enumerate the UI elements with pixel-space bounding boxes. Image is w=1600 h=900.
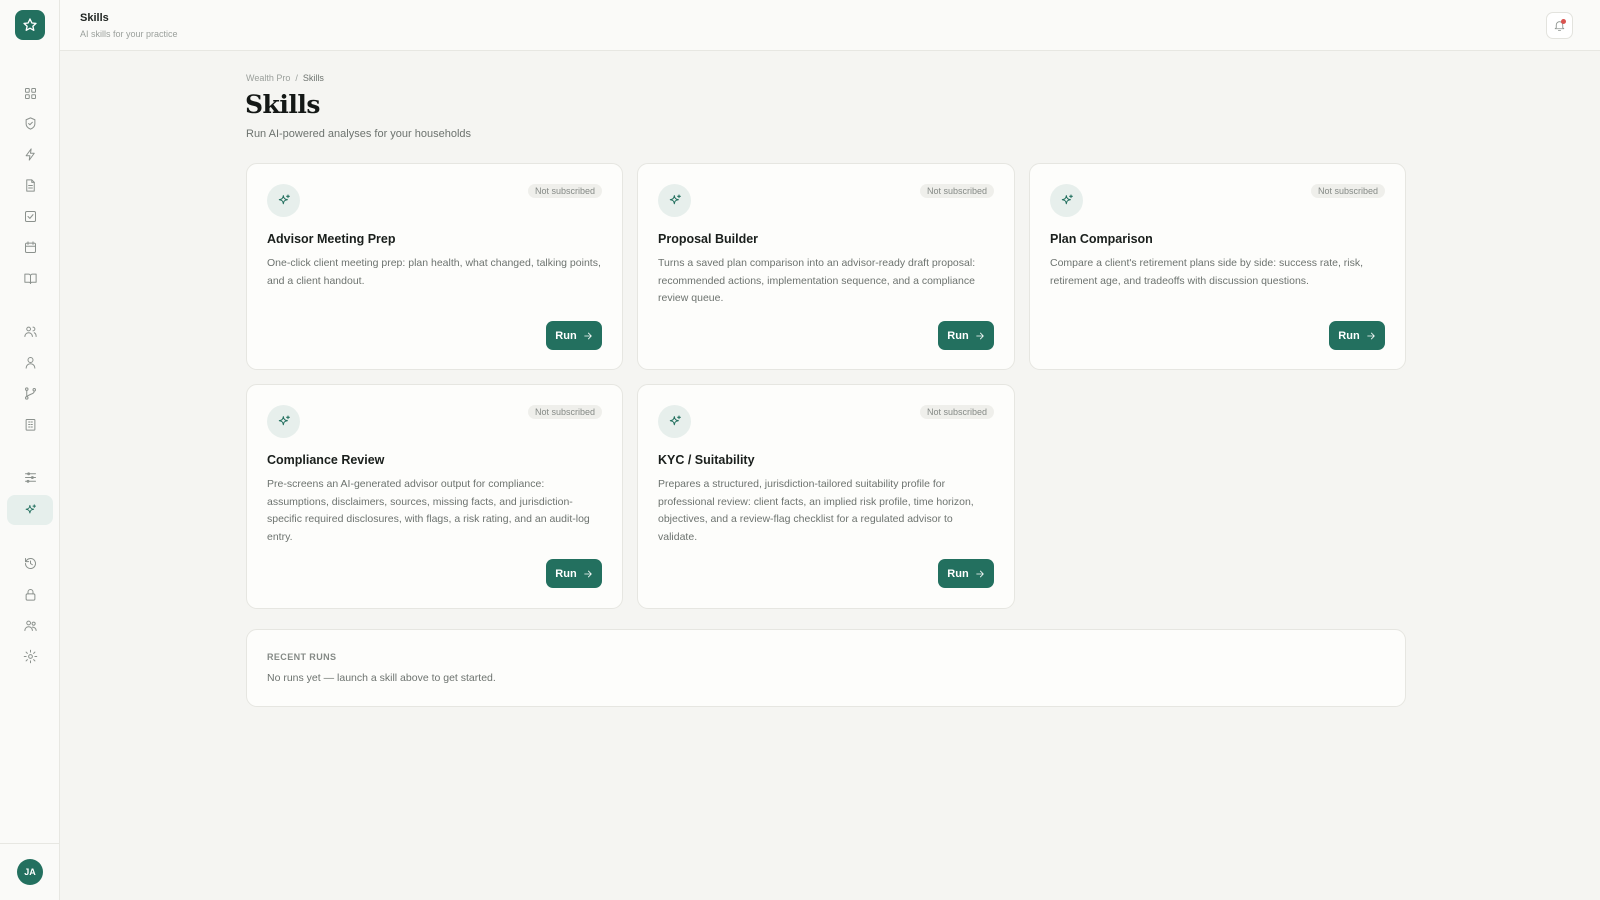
status-badge: Not subscribed <box>919 184 994 198</box>
breadcrumb-separator: / <box>295 73 298 83</box>
sidebar-item-documents[interactable] <box>7 170 53 200</box>
sidebar-item-skills[interactable] <box>7 495 53 525</box>
shield-icon <box>25 116 35 130</box>
run-button[interactable]: Run <box>546 559 602 588</box>
skill-title: Plan Comparison <box>1050 232 1153 246</box>
breadcrumb-root[interactable]: Wealth Pro <box>246 73 290 83</box>
skill-title: KYC / Suitability <box>658 453 755 467</box>
skill-icon <box>267 184 300 217</box>
page-title: Skills <box>245 90 320 119</box>
top-bar: Skills AI skills for your practice <box>60 0 1600 51</box>
skill-description: Prepares a structured, jurisdiction-tail… <box>658 478 974 543</box>
users-icon <box>23 326 37 337</box>
status-badge: Not subscribed <box>919 405 994 419</box>
skill-title: Proposal Builder <box>658 232 759 246</box>
book-icon <box>23 273 37 284</box>
sidebar-divider <box>0 843 60 844</box>
breadcrumb: Wealth Pro / Skills <box>246 73 324 83</box>
status-badge: Not subscribed <box>527 184 602 198</box>
arrow-right-icon <box>583 332 592 339</box>
sidebar-item-calendar[interactable] <box>7 232 53 262</box>
sidebar-item-library[interactable] <box>7 263 53 293</box>
skill-title: Advisor Meeting Prep <box>267 232 396 246</box>
sidebar-item-shield[interactable] <box>7 108 53 138</box>
checkbox-icon <box>24 210 36 222</box>
history-icon <box>24 557 36 569</box>
grid-icon <box>24 87 36 99</box>
run-button-label: Run <box>555 567 577 580</box>
page-subtitle: Run AI-powered analyses for your househo… <box>246 128 472 140</box>
team-icon <box>23 620 37 631</box>
sidebar-item-history[interactable] <box>7 548 53 578</box>
settings-icon <box>23 649 37 663</box>
sparkles-icon <box>669 193 681 204</box>
skill-icon <box>1050 184 1083 217</box>
lightning-icon <box>25 147 35 161</box>
sidebar-item-households[interactable] <box>7 316 53 346</box>
sparkles-icon <box>278 193 290 204</box>
arrow-right-icon <box>1366 332 1375 339</box>
skill-description: Pre-screens an AI-generated advisor outp… <box>267 478 590 543</box>
skill-description: Turns a saved plan comparison into an ad… <box>658 257 976 304</box>
skill-description: One-click client meeting prep: plan heal… <box>267 257 601 287</box>
skill-card-proposal-builder: Not subscribed Proposal Builder Turns a … <box>637 163 1015 370</box>
skill-icon <box>267 405 300 438</box>
sparkles-icon <box>25 503 36 513</box>
topbar-title: Skills <box>80 12 109 24</box>
user-icon <box>25 356 35 369</box>
run-button[interactable]: Run <box>546 321 602 350</box>
skill-description: Compare a client's retirement plans side… <box>1050 257 1364 287</box>
app-logo[interactable] <box>15 10 45 40</box>
skill-title: Compliance Review <box>267 453 385 467</box>
avatar[interactable]: JA <box>17 859 43 885</box>
arrow-right-icon <box>975 332 984 339</box>
branch-icon <box>24 386 36 400</box>
skill-card-kyc-suitability: Not subscribed KYC / Suitability Prepare… <box>637 384 1015 609</box>
lock-icon <box>25 588 35 601</box>
sidebar-item-clients[interactable] <box>7 347 53 377</box>
status-badge: Not subscribed <box>1310 184 1385 198</box>
run-button-label: Run <box>947 567 969 580</box>
sidebar-item-automation[interactable] <box>7 139 53 169</box>
recent-runs-empty-state: No runs yet — launch a skill above to ge… <box>267 672 496 684</box>
sidebar: JA <box>0 0 60 900</box>
sidebar-item-security[interactable] <box>7 579 53 609</box>
star-icon <box>23 18 37 31</box>
run-button-label: Run <box>947 329 969 342</box>
skill-icon <box>658 184 691 217</box>
run-button[interactable]: Run <box>938 559 994 588</box>
sidebar-item-team[interactable] <box>7 610 53 640</box>
skill-card-plan-comparison: Not subscribed Plan Comparison Compare a… <box>1029 163 1406 370</box>
topbar-subtitle: AI skills for your practice <box>80 29 178 39</box>
sidebar-item-firms[interactable] <box>7 409 53 439</box>
sparkles-icon <box>669 414 681 425</box>
run-button-label: Run <box>1338 329 1360 342</box>
sparkles-icon <box>1061 193 1073 204</box>
sparkles-icon <box>278 414 290 425</box>
skill-card-compliance-review: Not subscribed Compliance Review Pre-scr… <box>246 384 623 609</box>
notifications-button[interactable] <box>1546 12 1573 39</box>
status-badge: Not subscribed <box>527 405 602 419</box>
arrow-right-icon <box>583 570 592 577</box>
calendar-icon <box>24 240 36 253</box>
sliders-icon <box>24 471 36 483</box>
notification-dot <box>1561 19 1566 24</box>
sidebar-item-settings[interactable] <box>7 641 53 671</box>
sidebar-item-tasks[interactable] <box>7 201 53 231</box>
breadcrumb-current: Skills <box>302 73 324 83</box>
building-icon <box>25 418 35 431</box>
run-button[interactable]: Run <box>1329 321 1385 350</box>
recent-runs-heading: RECENT RUNS <box>267 652 337 662</box>
skill-icon <box>658 405 691 438</box>
recent-runs-panel: RECENT RUNS No runs yet — launch a skill… <box>246 629 1406 707</box>
sidebar-item-controls[interactable] <box>7 462 53 492</box>
sidebar-item-workflows[interactable] <box>7 378 53 408</box>
run-button-label: Run <box>555 329 577 342</box>
sidebar-item-dashboard[interactable] <box>7 78 53 108</box>
run-button[interactable]: Run <box>938 321 994 350</box>
skill-card-advisor-meeting-prep: Not subscribed Advisor Meeting Prep One-… <box>246 163 623 370</box>
arrow-right-icon <box>975 570 984 577</box>
document-icon <box>25 178 35 192</box>
